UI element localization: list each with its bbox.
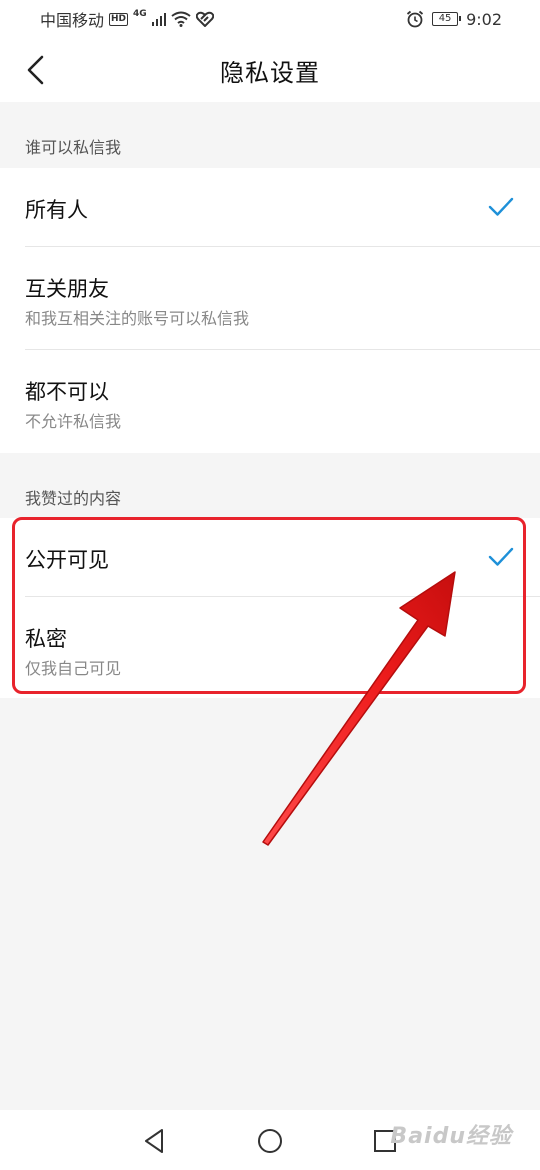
chevron-left-icon: [27, 55, 44, 85]
battery-icon: 45: [432, 12, 462, 26]
clock: 9:02: [466, 9, 502, 29]
option-subtitle: 和我互相关注的账号可以私信我: [25, 309, 250, 328]
option-mutual-friends[interactable]: 互关朋友 和我互相关注的账号可以私信我: [0, 247, 540, 350]
network-type: 4G: [133, 9, 147, 19]
heart-link-icon: [196, 11, 215, 27]
option-title: 所有人: [25, 198, 88, 222]
option-subtitle: 不允许私信我: [25, 412, 122, 431]
option-title: 互关朋友: [25, 277, 109, 301]
status-left: 中国移动 HD 4G: [40, 7, 215, 31]
signal-icon: [151, 12, 167, 26]
option-everyone[interactable]: 所有人: [0, 168, 540, 247]
option-nobody[interactable]: 都不可以 不允许私信我: [0, 350, 540, 453]
option-private[interactable]: 私密 仅我自己可见: [0, 597, 540, 698]
option-title: 公开可见: [25, 548, 109, 572]
back-button[interactable]: [16, 50, 56, 90]
alarm-icon: [406, 10, 424, 28]
option-public[interactable]: 公开可见: [0, 518, 540, 597]
wifi-icon: [171, 11, 191, 27]
dm-options-list: 所有人 互关朋友 和我互相关注的账号可以私信我 都不可以 不允许私信我: [0, 168, 540, 453]
option-title: 私密: [25, 627, 67, 651]
nav-header: 隐私设置: [0, 38, 540, 102]
hd-badge: HD: [109, 12, 129, 26]
page-title: 隐私设置: [220, 58, 320, 87]
triangle-back-icon[interactable]: [140, 1126, 170, 1156]
status-right: 45 9:02: [406, 10, 502, 29]
likes-options-list: 公开可见 私密 仅我自己可见: [0, 518, 540, 698]
status-bar: 中国移动 HD 4G 45 9:02: [0, 0, 540, 38]
carrier-name: 中国移动: [40, 11, 105, 30]
checkmark-icon: [488, 547, 514, 566]
section-label-dm: 谁可以私信我: [25, 138, 122, 157]
option-subtitle: 仅我自己可见: [25, 659, 122, 678]
watermark: Baidu经验: [390, 1124, 512, 1149]
circle-home-icon[interactable]: [255, 1126, 285, 1156]
option-title: 都不可以: [25, 380, 109, 404]
section-label-likes: 我赞过的内容: [25, 489, 122, 508]
checkmark-icon: [488, 197, 514, 216]
